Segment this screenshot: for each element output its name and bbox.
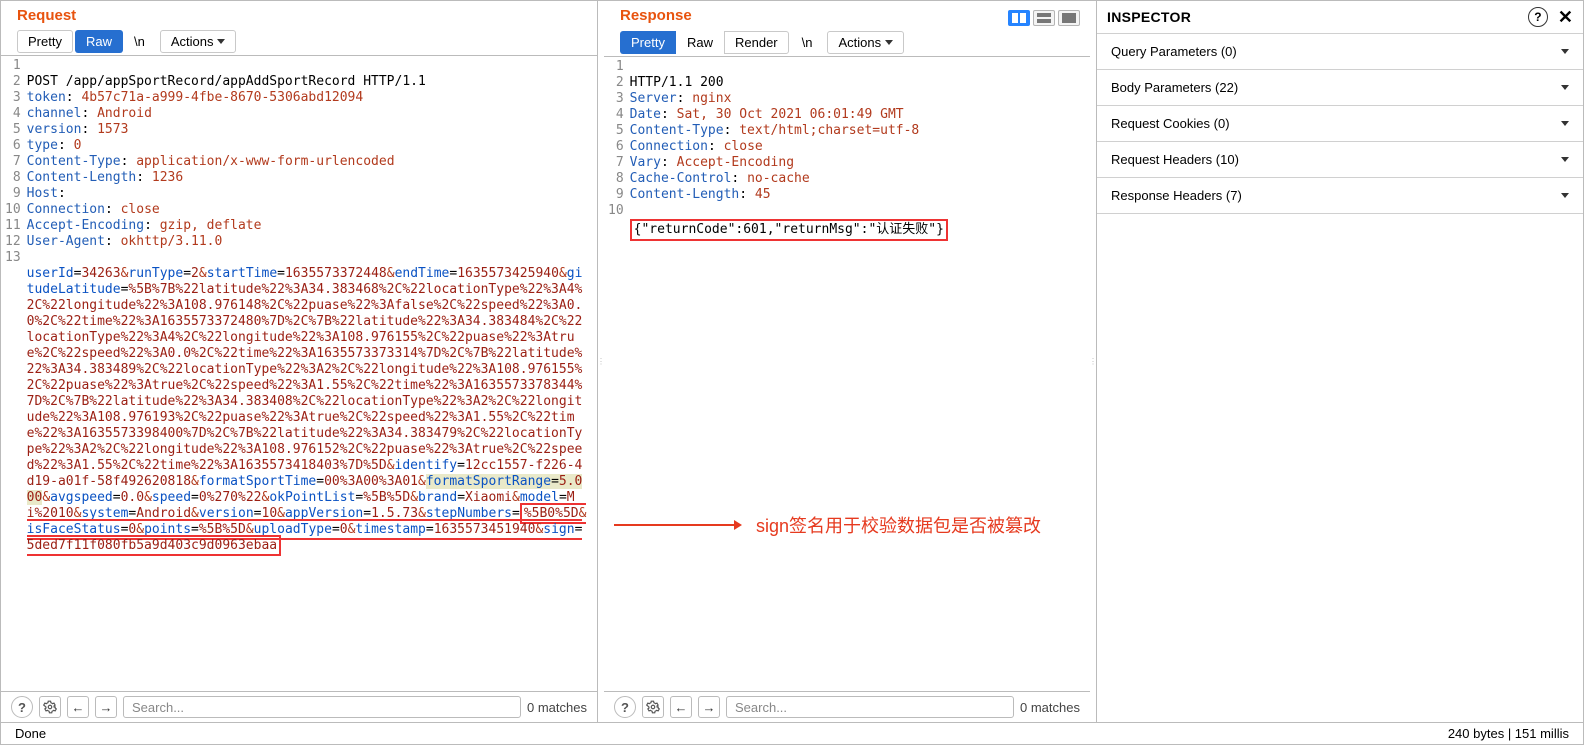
response-match-count: 0 matches xyxy=(1020,700,1080,715)
response-panel: Response Pretty Raw Render \n Actions 12… xyxy=(604,1,1090,722)
request-title: Request xyxy=(1,1,597,30)
inspector-panel: INSPECTOR ? ✕ Query Parameters (0) Body … xyxy=(1096,1,1583,722)
status-right: 240 bytes | 151 millis xyxy=(1448,726,1569,741)
redacted-host xyxy=(74,186,168,201)
prev-button[interactable]: ← xyxy=(67,696,89,718)
chevron-down-icon xyxy=(217,39,225,44)
response-actions-dropdown[interactable]: Actions xyxy=(827,31,904,54)
response-body-highlight: {"returnCode":601,"returnMsg":"认证失败"} xyxy=(630,219,948,241)
request-footer: ? ← → Search... 0 matches xyxy=(1,691,597,722)
layout-rows-button[interactable] xyxy=(1033,10,1055,26)
accordion-query-params: Query Parameters (0) xyxy=(1097,34,1583,70)
request-code[interactable]: POST /app/appSportRecord/appAddSportReco… xyxy=(27,58,597,570)
tab-raw[interactable]: Raw xyxy=(75,30,123,53)
annotation-arrow: sign签名用于校验数据包是否被篡改 xyxy=(614,512,1041,538)
help-icon[interactable]: ? xyxy=(614,696,636,718)
tab-render[interactable]: Render xyxy=(724,31,789,54)
line-gutter: 12345678910 xyxy=(604,59,630,257)
status-left: Done xyxy=(15,726,46,741)
next-button[interactable]: → xyxy=(698,696,720,718)
response-title: Response xyxy=(604,1,708,30)
chevron-down-icon xyxy=(1561,49,1569,54)
accordion-body-params: Body Parameters (22) xyxy=(1097,70,1583,106)
response-footer: ? ← → Search... 0 matches xyxy=(604,691,1090,722)
gear-icon[interactable] xyxy=(39,696,61,718)
layout-columns-button[interactable] xyxy=(1008,10,1030,26)
accordion-request-headers: Request Headers (10) xyxy=(1097,142,1583,178)
tab-newline[interactable]: \n xyxy=(123,30,156,53)
status-bar: Done 240 bytes | 151 millis xyxy=(1,722,1583,744)
request-tabs: Pretty Raw \n Actions xyxy=(1,30,597,56)
request-actions-dropdown[interactable]: Actions xyxy=(160,30,237,53)
response-viewer[interactable]: 12345678910 HTTP/1.1 200 Server: nginx D… xyxy=(604,57,1090,691)
annotation-text: sign签名用于校验数据包是否被篡改 xyxy=(756,512,1041,538)
request-match-count: 0 matches xyxy=(527,700,587,715)
inspector-title: INSPECTOR xyxy=(1107,9,1191,25)
response-search-input[interactable]: Search... xyxy=(726,696,1014,718)
response-tabs: Pretty Raw Render \n Actions xyxy=(604,31,1090,57)
gear-icon[interactable] xyxy=(642,696,664,718)
close-icon[interactable]: ✕ xyxy=(1558,8,1573,26)
chevron-down-icon xyxy=(1561,85,1569,90)
chevron-down-icon xyxy=(1561,157,1569,162)
response-code[interactable]: HTTP/1.1 200 Server: nginx Date: Sat, 30… xyxy=(630,59,1090,257)
chevron-down-icon xyxy=(1561,193,1569,198)
accordion-response-headers: Response Headers (7) xyxy=(1097,178,1583,214)
accordion-request-cookies: Request Cookies (0) xyxy=(1097,106,1583,142)
tab-newline[interactable]: \n xyxy=(791,31,824,54)
prev-button[interactable]: ← xyxy=(670,696,692,718)
tab-raw[interactable]: Raw xyxy=(676,31,724,54)
request-panel: Request Pretty Raw \n Actions 1234567891… xyxy=(1,1,598,722)
line-gutter: 12345678910111213 xyxy=(1,58,27,570)
tab-pretty[interactable]: Pretty xyxy=(17,30,73,53)
help-icon[interactable]: ? xyxy=(11,696,33,718)
chevron-down-icon xyxy=(1561,121,1569,126)
layout-switch xyxy=(1008,6,1090,26)
request-raw-viewer[interactable]: 12345678910111213 POST /app/appSportReco… xyxy=(1,56,597,691)
tab-pretty[interactable]: Pretty xyxy=(620,31,676,54)
help-icon[interactable]: ? xyxy=(1528,7,1548,27)
layout-single-button[interactable] xyxy=(1058,10,1080,26)
chevron-down-icon xyxy=(885,40,893,45)
next-button[interactable]: → xyxy=(95,696,117,718)
request-search-input[interactable]: Search... xyxy=(123,696,521,718)
